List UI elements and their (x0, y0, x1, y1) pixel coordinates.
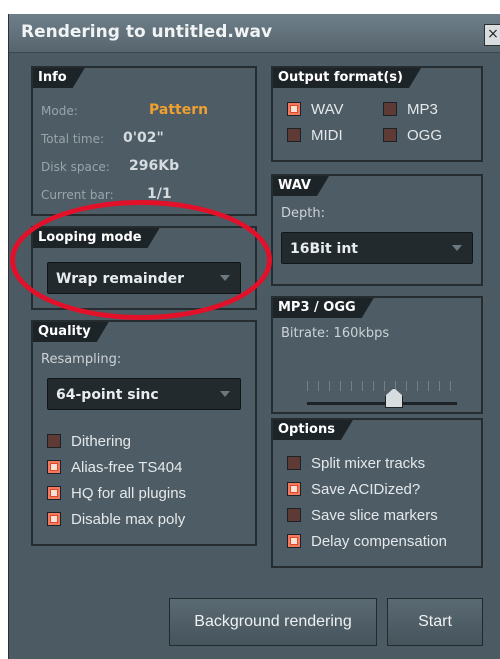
output-formats-title: Output format(s) (273, 68, 421, 88)
checkbox-icon (47, 434, 61, 448)
start-button[interactable]: Start (387, 598, 483, 646)
quality-panel: Quality Resampling: 64-point sinc Dither… (31, 320, 257, 546)
checkbox-icon (287, 128, 301, 142)
chevron-down-icon (220, 391, 230, 397)
output-formats-panel: Output format(s) WAV MP3 MIDI OGG (271, 66, 483, 162)
format-ogg-label: OGG (407, 127, 443, 144)
checkbox-icon (47, 512, 61, 526)
dithering-label: Dithering (71, 433, 132, 450)
window-title: Rendering to untitled.wav (21, 22, 273, 42)
delay-compensation-label: Delay compensation (311, 533, 447, 550)
chevron-down-icon (452, 245, 462, 251)
checkbox-icon (287, 482, 301, 496)
render-dialog: Rendering to untitled.wav × Info Mode: P… (8, 14, 500, 659)
title-bar[interactable]: Rendering to untitled.wav × (9, 14, 500, 53)
background-rendering-button[interactable]: Background rendering (169, 598, 377, 646)
bitrate-slider-thumb[interactable] (385, 388, 403, 408)
disk-space-label: Disk space: (41, 160, 110, 174)
bitrate-label: Bitrate: 160kbps (281, 326, 390, 341)
info-panel-title: Info (33, 68, 85, 88)
resampling-value: 64-point sinc (56, 387, 159, 403)
checkbox-icon (47, 486, 61, 500)
resampling-dropdown[interactable]: 64-point sinc (47, 378, 241, 410)
checkbox-icon (287, 534, 301, 548)
wav-panel-title: WAV (273, 176, 329, 196)
checkbox-icon (383, 102, 397, 116)
total-time-label: Total time: (41, 132, 104, 146)
depth-label: Depth: (281, 206, 325, 221)
quality-panel-title: Quality (33, 322, 109, 342)
options-panel-title: Options (273, 420, 353, 440)
checkbox-icon (287, 456, 301, 470)
mp3-ogg-title: MP3 / OGG (273, 298, 374, 318)
checkbox-icon (287, 102, 301, 116)
format-midi-label: MIDI (311, 127, 343, 144)
total-time-value: 0'02" (123, 130, 164, 146)
looping-mode-panel: Looping mode Wrap remainder (31, 226, 257, 310)
hq-plugins-label: HQ for all plugins (71, 485, 187, 502)
chevron-down-icon (220, 275, 230, 281)
split-mixer-label: Split mixer tracks (311, 455, 426, 472)
mode-label: Mode: (41, 104, 78, 118)
checkbox-icon (47, 460, 61, 474)
disk-space-value: 296Kb (129, 158, 180, 174)
looping-mode-value: Wrap remainder (56, 271, 185, 287)
checkbox-icon (287, 508, 301, 522)
format-mp3-label: MP3 (407, 101, 438, 118)
disable-max-poly-label: Disable max poly (71, 511, 186, 528)
wav-panel: WAV Depth: 16Bit int (271, 174, 483, 286)
looping-mode-dropdown[interactable]: Wrap remainder (47, 262, 241, 294)
info-panel: Info Mode: Pattern Total time: 0'02" Dis… (31, 66, 257, 216)
mp3-ogg-panel: MP3 / OGG Bitrate: 160kbps (271, 296, 483, 414)
mode-value: Pattern (149, 102, 209, 118)
format-wav-label: WAV (311, 101, 344, 118)
depth-dropdown[interactable]: 16Bit int (281, 232, 473, 264)
close-icon[interactable]: × (484, 24, 500, 46)
resampling-label: Resampling: (41, 352, 122, 367)
bitrate-slider-track[interactable] (307, 402, 457, 405)
checkbox-icon (383, 128, 397, 142)
save-slice-markers-label: Save slice markers (311, 507, 438, 524)
current-bar-value: 1/1 (147, 186, 172, 202)
bitrate-slider-ticks (307, 381, 457, 391)
looping-mode-title: Looping mode (33, 228, 160, 248)
depth-value: 16Bit int (290, 241, 358, 257)
save-acidized-label: Save ACIDized? (311, 481, 421, 498)
alias-free-label: Alias-free TS404 (71, 459, 183, 476)
current-bar-label: Current bar: (41, 188, 114, 202)
options-panel: Options Split mixer tracks Save ACIDized… (271, 418, 483, 568)
